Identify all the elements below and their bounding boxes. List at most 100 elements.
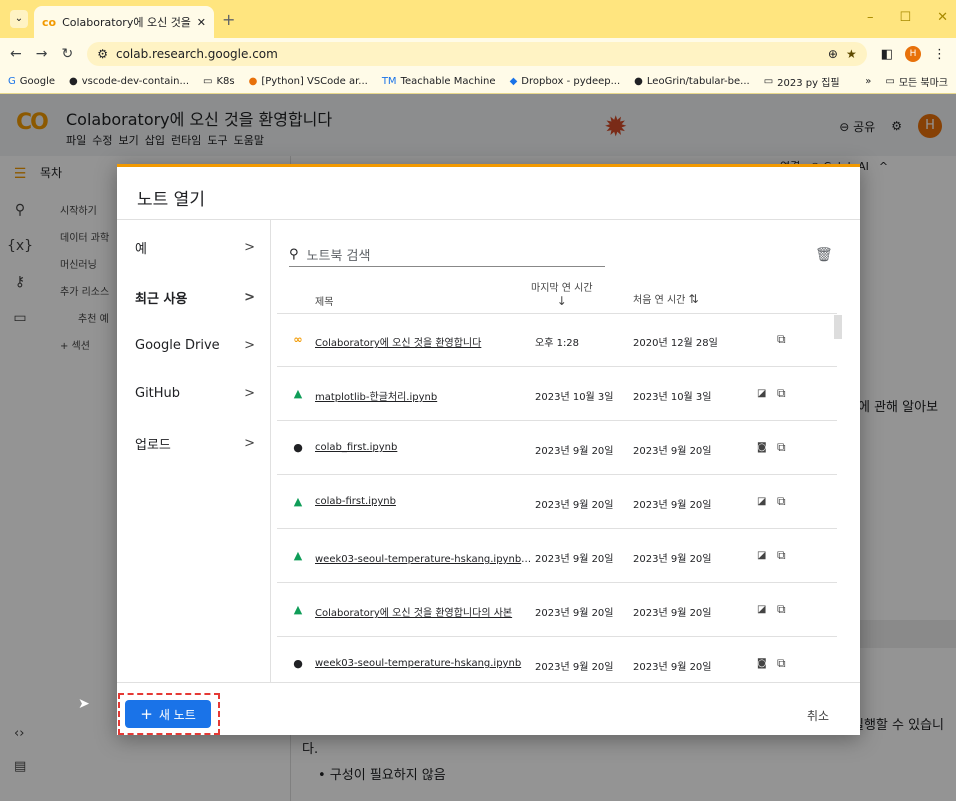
notebook-link[interactable]: Colaboratory에 오신 것을 환영합니다의 사본: [315, 604, 533, 619]
table-row[interactable]: ● week03-seoul-temperature-hskang.ipynb …: [277, 638, 837, 691]
dialog-title: 노트 열기: [137, 190, 205, 210]
browser-menu-icon[interactable]: ⋮: [933, 47, 946, 62]
all-bookmarks[interactable]: ▭ 모든 북마크: [885, 74, 948, 89]
drive-folder-icon[interactable]: ◪: [757, 604, 766, 615]
category-examples[interactable]: 예 >: [135, 238, 255, 257]
browser-tab[interactable]: co Colaboratory에 오신 것을 환영 ✕: [34, 6, 214, 38]
last-opened: 2023년 9월 20일: [535, 554, 614, 565]
bookmark-item[interactable]: ◆ Dropbox - pydeep...: [510, 76, 621, 87]
bookmark-item[interactable]: G Google: [8, 76, 55, 87]
url-input[interactable]: ⚙ colab.research.google.com ⊕ ★: [87, 42, 867, 66]
category-google-drive[interactable]: Google Drive >: [135, 338, 255, 353]
notebook-search-input[interactable]: ⚲ 노트북 검색: [289, 243, 605, 267]
first-opened: 2020년 12월 28일: [633, 338, 718, 349]
notebook-link[interactable]: colab_first.ipynb: [315, 442, 533, 453]
bookmarks-more[interactable]: »: [865, 76, 871, 87]
address-bar: ← → ↻ ⚙ colab.research.google.com ⊕ ★ ◧ …: [0, 38, 956, 70]
site-icon: ●: [248, 76, 258, 87]
first-opened: 2023년 10월 3일: [633, 392, 712, 403]
category-recent[interactable]: 최근 사용 >: [135, 288, 255, 307]
back-icon[interactable]: ←: [10, 46, 22, 62]
github-search-icon[interactable]: ◙: [757, 442, 767, 453]
category-upload[interactable]: 업로드 >: [135, 434, 255, 453]
new-tab-icon[interactable]: +: [222, 10, 235, 29]
bookmark-item[interactable]: ● vscode-dev-contain...: [69, 76, 189, 87]
table-row[interactable]: ▲ week03-seoul-temperature-hskang.ipynb의…: [277, 530, 837, 583]
folder-icon: ▭: [203, 76, 213, 87]
github-icon: ●: [69, 76, 78, 87]
url-text: colab.research.google.com: [115, 47, 278, 61]
window-controls: – ☐ ✕: [867, 10, 948, 25]
open-new-tab-icon[interactable]: ⧉: [777, 656, 786, 671]
mouse-cursor-icon: ➤: [78, 696, 90, 712]
divider: [117, 682, 860, 683]
table-row[interactable]: ▲ colab-first.ipynb 2023년 9월 20일 2023년 9…: [277, 476, 837, 529]
bookmark-item[interactable]: ● LeoGrin/tabular-be...: [634, 76, 750, 87]
cancel-button[interactable]: 취소: [807, 707, 829, 724]
column-title[interactable]: 제목: [315, 293, 333, 308]
chevron-right-icon: >: [244, 436, 255, 451]
drive-icon: ▲: [293, 387, 303, 400]
bookmark-item[interactable]: ▭ K8s: [203, 76, 235, 87]
column-last-opened[interactable]: 마지막 연 시간 ↓: [531, 279, 593, 308]
table-row[interactable]: ▲ matplotlib-한글처리.ipynb 2023년 10월 3일 202…: [277, 368, 837, 421]
colab-favicon-icon: co: [42, 15, 57, 29]
column-first-opened[interactable]: 처음 연 시간 ⇅: [633, 291, 699, 306]
bookmark-star-icon[interactable]: ★: [846, 47, 857, 61]
table-row[interactable]: ∞ Colaboratory에 오신 것을 환영합니다 오후 1:28 2020…: [277, 314, 837, 367]
open-new-tab-icon[interactable]: ⧉: [777, 602, 786, 617]
tab-search-icon[interactable]: ⌄: [10, 10, 28, 28]
github-icon: ●: [293, 441, 303, 454]
folder-icon: ▭: [763, 76, 774, 87]
notebook-link[interactable]: matplotlib-한글처리.ipynb: [315, 388, 533, 403]
open-new-tab-icon[interactable]: ⧉: [777, 440, 786, 455]
github-search-icon[interactable]: ◙: [757, 658, 767, 669]
first-opened: 2023년 9월 20일: [633, 608, 712, 619]
github-icon: ●: [634, 76, 643, 87]
notebook-link[interactable]: colab-first.ipynb: [315, 496, 533, 507]
github-icon: ●: [293, 657, 303, 670]
site-info-icon[interactable]: ⚙: [97, 47, 108, 61]
chevron-right-icon: >: [244, 240, 255, 255]
sort-down-icon: ↓: [556, 294, 567, 308]
notebook-link[interactable]: week03-seoul-temperature-hskang.ipynb의 사…: [315, 550, 533, 565]
sort-toggle-icon: ⇅: [688, 292, 699, 306]
notebook-link[interactable]: week03-seoul-temperature-hskang.ipynb: [315, 658, 533, 669]
minimize-icon[interactable]: –: [867, 10, 874, 25]
dropbox-icon: ◆: [509, 76, 518, 87]
bookmark-item[interactable]: TM Teachable Machine: [382, 76, 496, 87]
open-notebook-dialog: 노트 열기 예 > 최근 사용 > Google Drive > GitHub > 업로…: [117, 164, 860, 735]
search-icon: ⚲: [289, 247, 299, 262]
open-new-tab-icon[interactable]: ⧉: [777, 332, 786, 347]
open-new-tab-icon[interactable]: ⧉: [777, 386, 786, 401]
forward-icon[interactable]: →: [36, 46, 48, 62]
new-notebook-button[interactable]: + 새 노트: [125, 700, 211, 728]
google-icon: G: [8, 76, 16, 87]
tm-icon: TM: [381, 76, 397, 87]
category-github[interactable]: GitHub >: [135, 386, 255, 401]
close-tab-icon[interactable]: ✕: [197, 16, 206, 29]
reload-icon[interactable]: ↻: [61, 46, 73, 62]
first-opened: 2023년 9월 20일: [633, 500, 712, 511]
close-window-icon[interactable]: ✕: [937, 10, 948, 25]
open-new-tab-icon[interactable]: ⧉: [777, 494, 786, 509]
open-new-tab-icon[interactable]: ⧉: [777, 548, 786, 563]
profile-avatar[interactable]: H: [905, 46, 921, 62]
drive-folder-icon[interactable]: ◪: [757, 496, 766, 507]
maximize-icon[interactable]: ☐: [899, 10, 911, 25]
bookmark-item[interactable]: ● [Python] VSCode ar...: [249, 76, 368, 87]
last-opened: 2023년 10월 3일: [535, 392, 614, 403]
drive-icon: ▲: [293, 603, 303, 616]
drive-icon: ▲: [293, 495, 303, 508]
drive-folder-icon[interactable]: ◪: [757, 550, 766, 561]
bookmark-item[interactable]: ▭ 2023 py 집필: [764, 74, 840, 89]
table-row[interactable]: ▲ Colaboratory에 오신 것을 환영합니다의 사본 2023년 9월…: [277, 584, 837, 637]
chevron-right-icon: >: [244, 386, 255, 401]
sidepanel-icon[interactable]: ◧: [881, 47, 893, 62]
table-row[interactable]: ● colab_first.ipynb 2023년 9월 20일 2023년 9…: [277, 422, 837, 475]
drive-icon: ▲: [293, 549, 303, 562]
drive-folder-icon[interactable]: ◪: [757, 388, 766, 399]
zoom-icon[interactable]: ⊕: [828, 47, 838, 61]
trash-icon[interactable]: 🗑: [815, 247, 833, 263]
notebook-link[interactable]: Colaboratory에 오신 것을 환영합니다: [315, 334, 533, 349]
